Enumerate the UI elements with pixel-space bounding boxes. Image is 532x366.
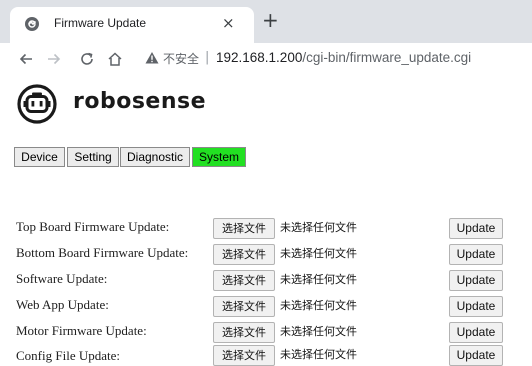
row-label: Config File Update: bbox=[16, 348, 120, 363]
file-status: 未选择任何文件 bbox=[280, 273, 357, 286]
url-path: /cgi-bin/firmware_update.cgi bbox=[302, 50, 472, 65]
home-icon[interactable] bbox=[106, 50, 124, 68]
choose-file-button[interactable]: 选择文件 bbox=[213, 322, 275, 343]
tab-title: Firmware Update bbox=[54, 16, 147, 30]
file-status: 未选择任何文件 bbox=[280, 247, 357, 260]
url-host: 192.168.1.200 bbox=[216, 50, 303, 65]
browser-tab[interactable]: Firmware Update × bbox=[10, 7, 254, 43]
brand-logo-text: robosense bbox=[73, 89, 207, 114]
row-label: Bottom Board Firmware Update: bbox=[16, 245, 189, 260]
choose-file-button[interactable]: 选择文件 bbox=[213, 218, 275, 239]
tab-device[interactable]: Device bbox=[14, 147, 65, 167]
browser-tabstrip: Firmware Update × + bbox=[0, 0, 532, 43]
update-button[interactable]: Update bbox=[449, 322, 503, 343]
browser-toolbar: 不安全 | 192.168.1.200/cgi-bin/firmware_upd… bbox=[0, 43, 532, 76]
choose-file-button[interactable]: 选择文件 bbox=[213, 345, 275, 366]
row-label: Motor Firmware Update: bbox=[16, 323, 147, 338]
row-label: Software Update: bbox=[16, 271, 108, 286]
choose-file-button[interactable]: 选择文件 bbox=[213, 244, 275, 265]
update-button[interactable]: Update bbox=[449, 345, 503, 366]
tab-setting[interactable]: Setting bbox=[67, 147, 119, 167]
file-status: 未选择任何文件 bbox=[280, 221, 357, 234]
reload-icon[interactable] bbox=[78, 50, 96, 68]
globe-icon bbox=[25, 17, 39, 31]
update-button[interactable]: Update bbox=[449, 296, 503, 317]
update-button[interactable]: Update bbox=[449, 218, 503, 239]
tab-diagnostic[interactable]: Diagnostic bbox=[120, 147, 190, 167]
update-button[interactable]: Update bbox=[449, 244, 503, 265]
address-bar[interactable]: 192.168.1.200/cgi-bin/firmware_update.cg… bbox=[216, 50, 471, 65]
back-arrow-icon[interactable] bbox=[17, 50, 35, 68]
insecure-label[interactable]: 不安全 bbox=[163, 51, 199, 67]
robosense-logo-icon bbox=[17, 84, 57, 124]
update-button[interactable]: Update bbox=[449, 270, 503, 291]
file-status: 未选择任何文件 bbox=[280, 348, 357, 361]
tab-system[interactable]: System bbox=[192, 147, 246, 167]
choose-file-button[interactable]: 选择文件 bbox=[213, 270, 275, 291]
choose-file-button[interactable]: 选择文件 bbox=[213, 296, 275, 317]
warning-icon[interactable] bbox=[145, 51, 159, 65]
close-icon[interactable]: × bbox=[222, 13, 235, 33]
forward-arrow-icon[interactable] bbox=[45, 50, 63, 68]
row-label: Top Board Firmware Update: bbox=[16, 219, 170, 234]
file-status: 未选择任何文件 bbox=[280, 299, 357, 312]
row-label: Web App Update: bbox=[16, 297, 109, 312]
file-status: 未选择任何文件 bbox=[280, 325, 357, 338]
new-tab-icon[interactable]: + bbox=[262, 9, 279, 31]
address-separator: | bbox=[205, 50, 210, 65]
